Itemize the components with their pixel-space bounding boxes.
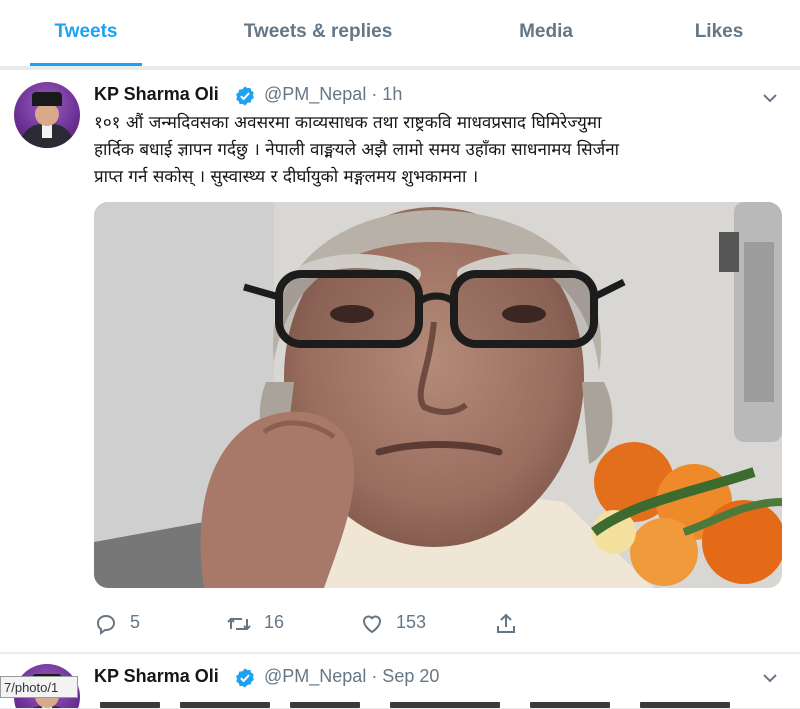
handle-and-time[interactable]: @PM_Nepal · Sep 20 <box>264 666 439 687</box>
author-name[interactable]: KP Sharma Oli <box>94 666 219 687</box>
handle-and-time[interactable]: @PM_Nepal · 1h <box>264 84 402 105</box>
verified-badge-icon <box>236 668 254 688</box>
heart-icon <box>362 615 382 634</box>
tweet-text-line: १०१ औं जन्मदिवसका अवसरमा काव्यसाधक तथा र… <box>94 113 602 133</box>
profile-tabs: Tweets Tweets & replies Media Likes <box>0 0 800 67</box>
tweet-text-clipped <box>100 700 740 708</box>
tweet-text: १०१ औं जन्मदिवसका अवसरमा काव्यसाधक तथा र… <box>94 110 784 191</box>
reply-count: 5 <box>130 612 141 632</box>
tweet-photo[interactable] <box>94 202 782 588</box>
reply-button[interactable]: 5 <box>94 608 154 638</box>
chevron-down-icon[interactable] <box>760 88 780 108</box>
tweet[interactable]: KP Sharma Oli @PM_Nepal · Sep 20 <box>0 654 800 709</box>
chevron-down-icon[interactable] <box>760 668 780 688</box>
tweet-actions: 5 16 153 <box>94 608 594 638</box>
share-icon <box>497 613 515 633</box>
tab-tweets[interactable]: Tweets <box>30 0 142 66</box>
retweet-count: 16 <box>264 612 285 632</box>
tab-likes[interactable]: Likes <box>674 0 764 66</box>
status-url-tooltip: 7/photo/1 <box>0 676 78 698</box>
tweet-text-line: हार्दिक बधाई ज्ञापन गर्दछु । नेपाली वाङ्… <box>94 140 620 160</box>
author-name[interactable]: KP Sharma Oli <box>94 84 219 105</box>
tweet[interactable]: KP Sharma Oli @PM_Nepal · 1h १०१ औं जन्म… <box>0 70 800 653</box>
tab-tweets-and-replies[interactable]: Tweets & replies <box>222 0 414 66</box>
like-count: 153 <box>396 612 427 632</box>
retweet-button[interactable]: 16 <box>226 608 306 638</box>
share-button[interactable] <box>494 608 524 638</box>
tab-media[interactable]: Media <box>496 0 596 66</box>
retweet-icon <box>227 617 251 631</box>
reply-icon <box>96 614 116 635</box>
verified-badge-icon <box>236 86 254 106</box>
portrait-photo-graphic <box>94 202 782 588</box>
tweet-text-line: प्राप्त गर्न सकोस् । सुस्वास्थ्य र दीर्घ… <box>94 167 479 187</box>
avatar[interactable] <box>14 82 80 148</box>
like-button[interactable]: 153 <box>360 608 450 638</box>
